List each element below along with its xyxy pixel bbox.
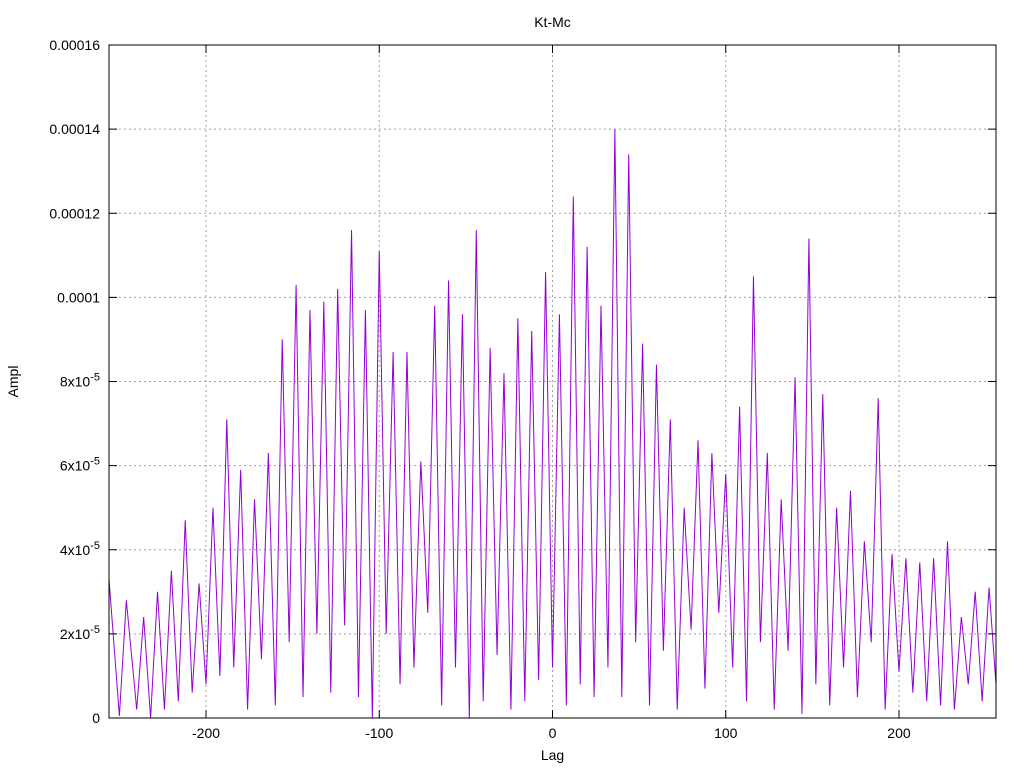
y-tick-label-mantissa: 8x10 <box>60 374 91 390</box>
y-tick-label: 6x10-5 <box>60 456 100 474</box>
y-tick-label-mantissa: 0.00016 <box>49 37 100 53</box>
y-tick-label: 0.00016 <box>49 37 100 53</box>
chart-title: Kt-Mc <box>534 14 571 30</box>
x-tick-label: 0 <box>549 725 557 741</box>
y-tick-label-mantissa: 0.0001 <box>57 289 100 305</box>
tick-layer: -200 -100 0 100 20002x10-54x10-56x10-58x10-5… <box>49 37 996 741</box>
y-tick-label: 0.00012 <box>49 205 100 221</box>
y-tick-label: 2x10-5 <box>60 624 100 642</box>
y-tick-label-exponent: -5 <box>90 372 100 384</box>
y-tick-label: 4x10-5 <box>60 540 100 558</box>
x-tick-label: -200 <box>192 725 220 741</box>
series-layer <box>108 129 997 719</box>
y-tick-label: 0 <box>92 710 100 726</box>
y-tick-label-mantissa: 0 <box>92 710 100 726</box>
y-tick-label: 0.0001 <box>57 289 100 305</box>
y-tick-label: 8x10-5 <box>60 372 100 390</box>
y-tick-label-exponent: -5 <box>90 624 100 636</box>
grid-layer <box>109 45 996 718</box>
y-tick-label-exponent: -5 <box>90 540 100 552</box>
series-line-0 <box>108 129 997 719</box>
chart-svg: -200 -100 0 100 20002x10-54x10-56x10-58x10-5… <box>5 14 997 763</box>
y-tick-label-mantissa: 0.00014 <box>49 121 100 137</box>
x-axis-label: Lag <box>541 747 564 763</box>
y-tick-label-mantissa: 0.00012 <box>49 205 100 221</box>
x-tick-label: -100 <box>365 725 393 741</box>
y-tick-label-exponent: -5 <box>90 456 100 468</box>
x-tick-label: 100 <box>714 725 738 741</box>
y-tick-label-mantissa: 4x10 <box>60 542 91 558</box>
y-tick-label-mantissa: 6x10 <box>60 458 91 474</box>
y-tick-label-mantissa: 2x10 <box>60 626 91 642</box>
x-tick-label: 200 <box>887 725 911 741</box>
y-axis-label: Ampl <box>5 366 21 398</box>
y-tick-label: 0.00014 <box>49 121 100 137</box>
chart: -200 -100 0 100 200 0 2x10-5 4x10-5 6x10-5 8x10-5… <box>0 0 1024 768</box>
